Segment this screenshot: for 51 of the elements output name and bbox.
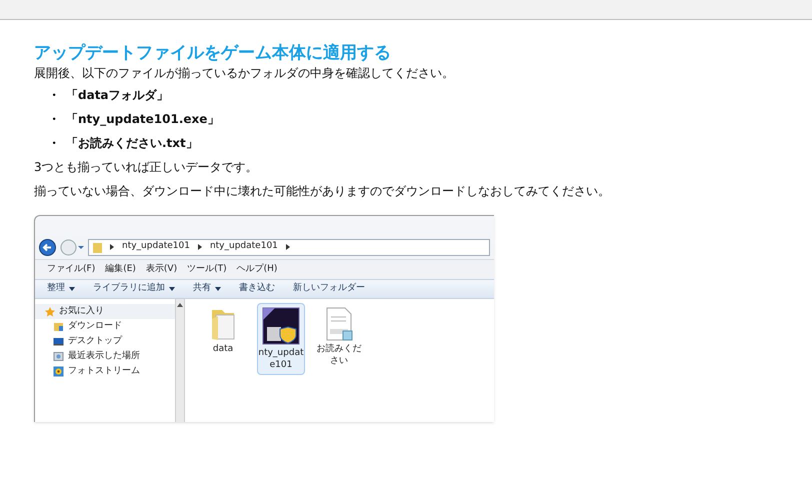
note-text: 3つとも揃っていれば正しいデータです。 [34, 159, 258, 176]
file-item[interactable]: data [199, 303, 247, 359]
menu-item[interactable]: ヘルプ(H) [236, 262, 278, 276]
menu-item[interactable]: ツール(T) [187, 262, 227, 276]
address-bar[interactable]: nty_update101 nty_update101 [88, 238, 490, 256]
sidebar-item[interactable]: ダウンロード [35, 319, 175, 334]
breadcrumb-item[interactable]: nty_update101 [122, 240, 190, 254]
dropdown-caret-icon [215, 287, 221, 291]
section-heading: アップデートファイルをゲーム本体に適用する [34, 42, 391, 64]
file-list-item: 「nty_update101.exe」 [66, 111, 220, 128]
chevron-right-icon [198, 244, 202, 250]
dropdown-caret-icon [169, 287, 175, 291]
bullet-mark: ・ [48, 111, 60, 128]
note-text: 揃っていない場合、ダウンロード中に壊れた可能性がありますのでダウンロードしなおしてみてください。 [34, 183, 610, 200]
folder-icon [93, 242, 102, 252]
star-icon [45, 306, 55, 316]
file-list-item: 「お読みください.txt」 [66, 135, 198, 152]
sidebar-item[interactable]: フォトストリーム [35, 364, 175, 379]
file-name: nty_update101 [258, 347, 304, 371]
folder-icon [53, 321, 64, 332]
toolbar-button[interactable]: ライブラリに追加 [93, 282, 175, 296]
sidebar-item[interactable]: デスクトップ [35, 334, 175, 349]
toolbar-button[interactable]: 書き込む [239, 282, 275, 296]
toolbar-button[interactable]: 整理 [47, 282, 75, 296]
scrollbar[interactable] [175, 299, 185, 422]
sidebar-item[interactable]: 最近表示した場所 [35, 349, 175, 364]
file-list-item: 「dataフォルダ」 [66, 87, 169, 104]
file-item[interactable]: お読みください [315, 303, 363, 371]
application-icon [262, 307, 300, 345]
toolbar-button[interactable]: 共有 [193, 282, 221, 296]
recent-places-icon [53, 351, 64, 362]
intro-text: 展開後、以下のファイルが揃っているかフォルダの中身を確認してください。 [34, 65, 454, 82]
bullet-mark: ・ [48, 135, 60, 152]
text-file-icon [324, 307, 354, 341]
file-item[interactable]: nty_update101 [257, 303, 305, 375]
toolbar-button[interactable]: 新しいフォルダー [293, 282, 365, 296]
menu-item[interactable]: ファイル(F) [47, 262, 96, 276]
monitor-icon [53, 336, 64, 347]
chevron-right-icon [286, 244, 290, 250]
menu-item[interactable]: 表示(V) [146, 262, 178, 276]
file-name: data [212, 343, 234, 355]
file-name: お読みください [316, 343, 362, 367]
back-icon[interactable] [39, 238, 56, 256]
breadcrumb-item[interactable]: nty_update101 [210, 240, 278, 254]
menu-item[interactable]: 編集(E) [105, 262, 136, 276]
scroll-up-icon [177, 303, 183, 307]
flower-icon [53, 366, 64, 377]
favorites-header[interactable]: お気に入り [35, 304, 175, 319]
bullet-mark: ・ [48, 87, 60, 104]
dropdown-caret-icon [69, 287, 75, 291]
chevron-right-icon [110, 244, 114, 250]
